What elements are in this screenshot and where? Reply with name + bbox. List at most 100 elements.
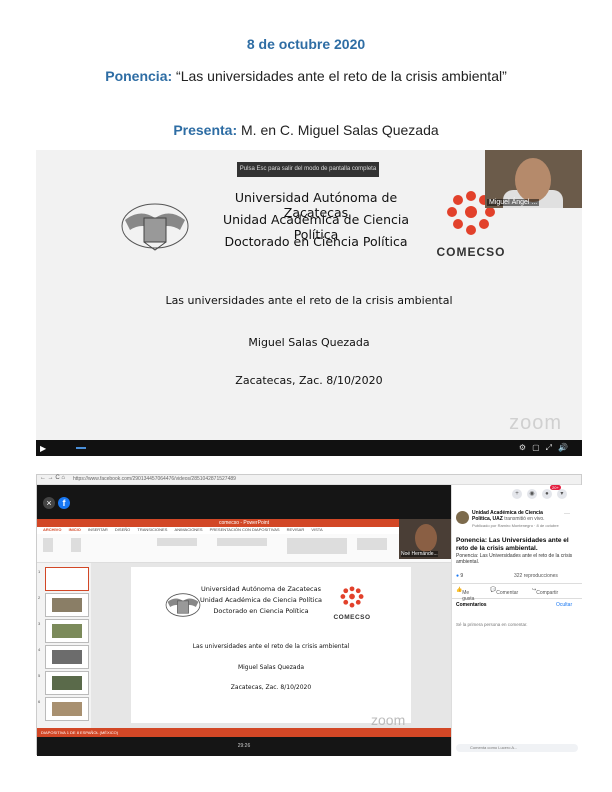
tab-presentacion[interactable]: PRESENTACIÓN CON DIAPOSITIVAS (210, 527, 280, 532)
browser-nav-icons[interactable]: ← → C ⌂ (40, 475, 65, 481)
share-label: Compartir (536, 590, 559, 596)
slide-thumb[interactable] (45, 671, 89, 695)
more-options-icon[interactable]: ··· (564, 511, 570, 517)
post-headline: Ponencia: Las Universidades ante el reto… (456, 537, 569, 552)
slide-thumb[interactable] (45, 593, 89, 617)
close-icon[interactable]: × (43, 497, 55, 509)
video-viewer: × f comecso - PowerPoint ARCHIVO INICIO … (37, 485, 451, 756)
empty-comments-text: Sé la primera persona en comentar. (456, 622, 528, 627)
thumb-image (52, 624, 82, 638)
page-status: transmitió en vivo. (504, 516, 545, 522)
tab-archivo[interactable]: ARCHIVO (43, 527, 61, 532)
video-player-bar[interactable]: ▶ ⚙▢⤢🔊 (36, 440, 582, 456)
facebook-logo-icon[interactable]: f (58, 497, 70, 509)
comment-label: Comentar (496, 590, 519, 596)
thumb-image (52, 676, 82, 690)
talk-label: Ponencia: (105, 68, 173, 84)
font-controls[interactable] (157, 538, 197, 546)
comment-button[interactable]: 💬 Comentar (490, 587, 518, 596)
thumb-number: 3 (38, 621, 41, 626)
editing-controls[interactable] (357, 538, 387, 550)
post-description: Ponencia: Las Universidades ante el reto… (456, 553, 573, 565)
thumb-number: 4 (38, 647, 41, 652)
tab-inicio[interactable]: INICIO (69, 527, 81, 532)
slide-thumb[interactable] (45, 645, 89, 669)
thumb-image (52, 598, 82, 612)
comecso-swirl-icon (340, 586, 364, 608)
avatar[interactable] (456, 511, 469, 524)
paragraph-controls[interactable] (217, 538, 267, 546)
page-name[interactable]: Unidad Académica de Ciencia Política, UA… (472, 510, 562, 522)
slide-canvas[interactable]: Universidad Autónoma de Zacatecas Unidad… (131, 567, 411, 723)
comecso-logo: COMECSO (327, 585, 377, 621)
slide-title: Las universidades ante el reto de la cri… (192, 643, 350, 650)
tab-revisar[interactable]: REVISAR (287, 527, 305, 532)
view-count: 322 reproducciones (514, 573, 558, 579)
comments-heading: Comentarios (456, 602, 487, 608)
thumb-number: 6 (38, 699, 41, 704)
slide-thumb[interactable] (45, 697, 89, 721)
participant-name: Miguel Ángel ... (487, 199, 540, 206)
like-button[interactable]: 👍 Me gusta (456, 587, 474, 602)
post-byline: Publicado por Ramiro Montenegro · 8 de o… (472, 523, 559, 528)
reaction-number: 9 (460, 573, 464, 579)
browser-toolbar: ← → C ⌂ https://www.facebook.com/2901344… (37, 475, 581, 485)
slide-title: Las universidades ante el reto de la cri… (165, 294, 453, 307)
tab-vista[interactable]: VISTA (311, 527, 322, 532)
presenter-heading: Presenta: M. en C. Miguel Salas Quezada (0, 122, 612, 138)
top-icons: + ◉ ● ▾ (512, 489, 570, 499)
notifications-icon[interactable]: ● (541, 489, 552, 499)
thumb-number: 1 (38, 569, 41, 574)
slide-place-date: Zacatecas, Zac. 8/10/2020 (230, 684, 312, 691)
facebook-side-panel: + ◉ ● ▾ 20+ Unidad Académica de Ciencia … (451, 485, 582, 756)
status-bar: DIAPOSITIVA 1 DE 8 ESPAÑOL (MÉXICO) (37, 728, 451, 737)
university-crest-icon (121, 203, 189, 251)
participant-video[interactable]: Miguel Ángel ... (485, 150, 582, 208)
reaction-count[interactable]: ● 9 (456, 573, 463, 579)
new-slide-icon[interactable] (71, 538, 81, 552)
thumb-number: 5 (38, 673, 41, 678)
tab-diseno[interactable]: DISEÑO (115, 527, 130, 532)
presenter-label: Presenta: (173, 122, 238, 138)
fullscreen-hint: Pulsa Esc para salir del modo de pantall… (237, 162, 379, 177)
slide-thumb[interactable] (45, 567, 89, 591)
participant-video-2[interactable]: Noé Hernánde... (399, 519, 451, 559)
slide-view: Pulsa Esc para salir del modo de pantall… (36, 150, 582, 440)
slide-university: Universidad Autónoma de Zacatecas (201, 585, 321, 593)
play-icon[interactable]: ▶ (40, 444, 46, 453)
drawing-shapes[interactable] (287, 538, 347, 554)
address-bar[interactable]: https://www.facebook.com/290134457064476… (73, 476, 236, 482)
participant-face-2 (415, 524, 437, 552)
tab-animaciones[interactable]: ANIMACIONES (175, 527, 203, 532)
zoom-watermark: zoom (509, 412, 562, 434)
slide-program: Doctorado en Ciencia Política (224, 234, 408, 249)
slide-program: Doctorado en Ciencia Política (213, 607, 309, 615)
slide-author: Miguel Salas Quezada (237, 664, 305, 671)
comments-filter[interactable]: Ocultar (556, 602, 572, 608)
plus-icon[interactable]: + (512, 489, 522, 499)
zoom-screenshot: Pulsa Esc para salir del modo de pantall… (36, 150, 582, 456)
slide-thumbnails: 1 2 3 4 5 6 (37, 563, 92, 728)
date-heading: 8 de octubre 2020 (246, 36, 366, 52)
presenter-name: M. en C. Miguel Salas Quezada (241, 122, 439, 138)
slide-author: Miguel Salas Quezada (248, 336, 370, 349)
thumb-image (52, 650, 82, 664)
talk-heading: Ponencia: “Las universidades ante el ret… (0, 68, 612, 85)
tab-insertar[interactable]: INSERTAR (88, 527, 108, 532)
talk-title: “Las universidades ante el reto de la cr… (176, 68, 507, 84)
facebook-screenshot: ← → C ⌂ https://www.facebook.com/2901344… (36, 474, 582, 756)
player-controls[interactable]: ⚙▢⤢🔊 (519, 443, 574, 453)
video-caption: 29:26 (37, 737, 451, 756)
account-menu-icon[interactable]: ▾ (556, 489, 567, 499)
share-button[interactable]: ↪ Compartir (532, 587, 558, 596)
like-label: Me gusta (462, 590, 475, 602)
participant-face (515, 158, 551, 202)
comment-input[interactable]: Comenta como Lucero A... (456, 744, 578, 752)
paste-icon[interactable] (43, 538, 53, 552)
tab-transiciones[interactable]: TRANSICIONES (137, 527, 167, 532)
notification-badge: 20+ (550, 485, 561, 490)
messenger-icon[interactable]: ◉ (526, 489, 537, 499)
progress-bar[interactable] (76, 447, 86, 449)
slide-thumb[interactable] (45, 619, 89, 643)
powerpoint-window: comecso - PowerPoint ARCHIVO INICIO INSE… (37, 519, 451, 737)
